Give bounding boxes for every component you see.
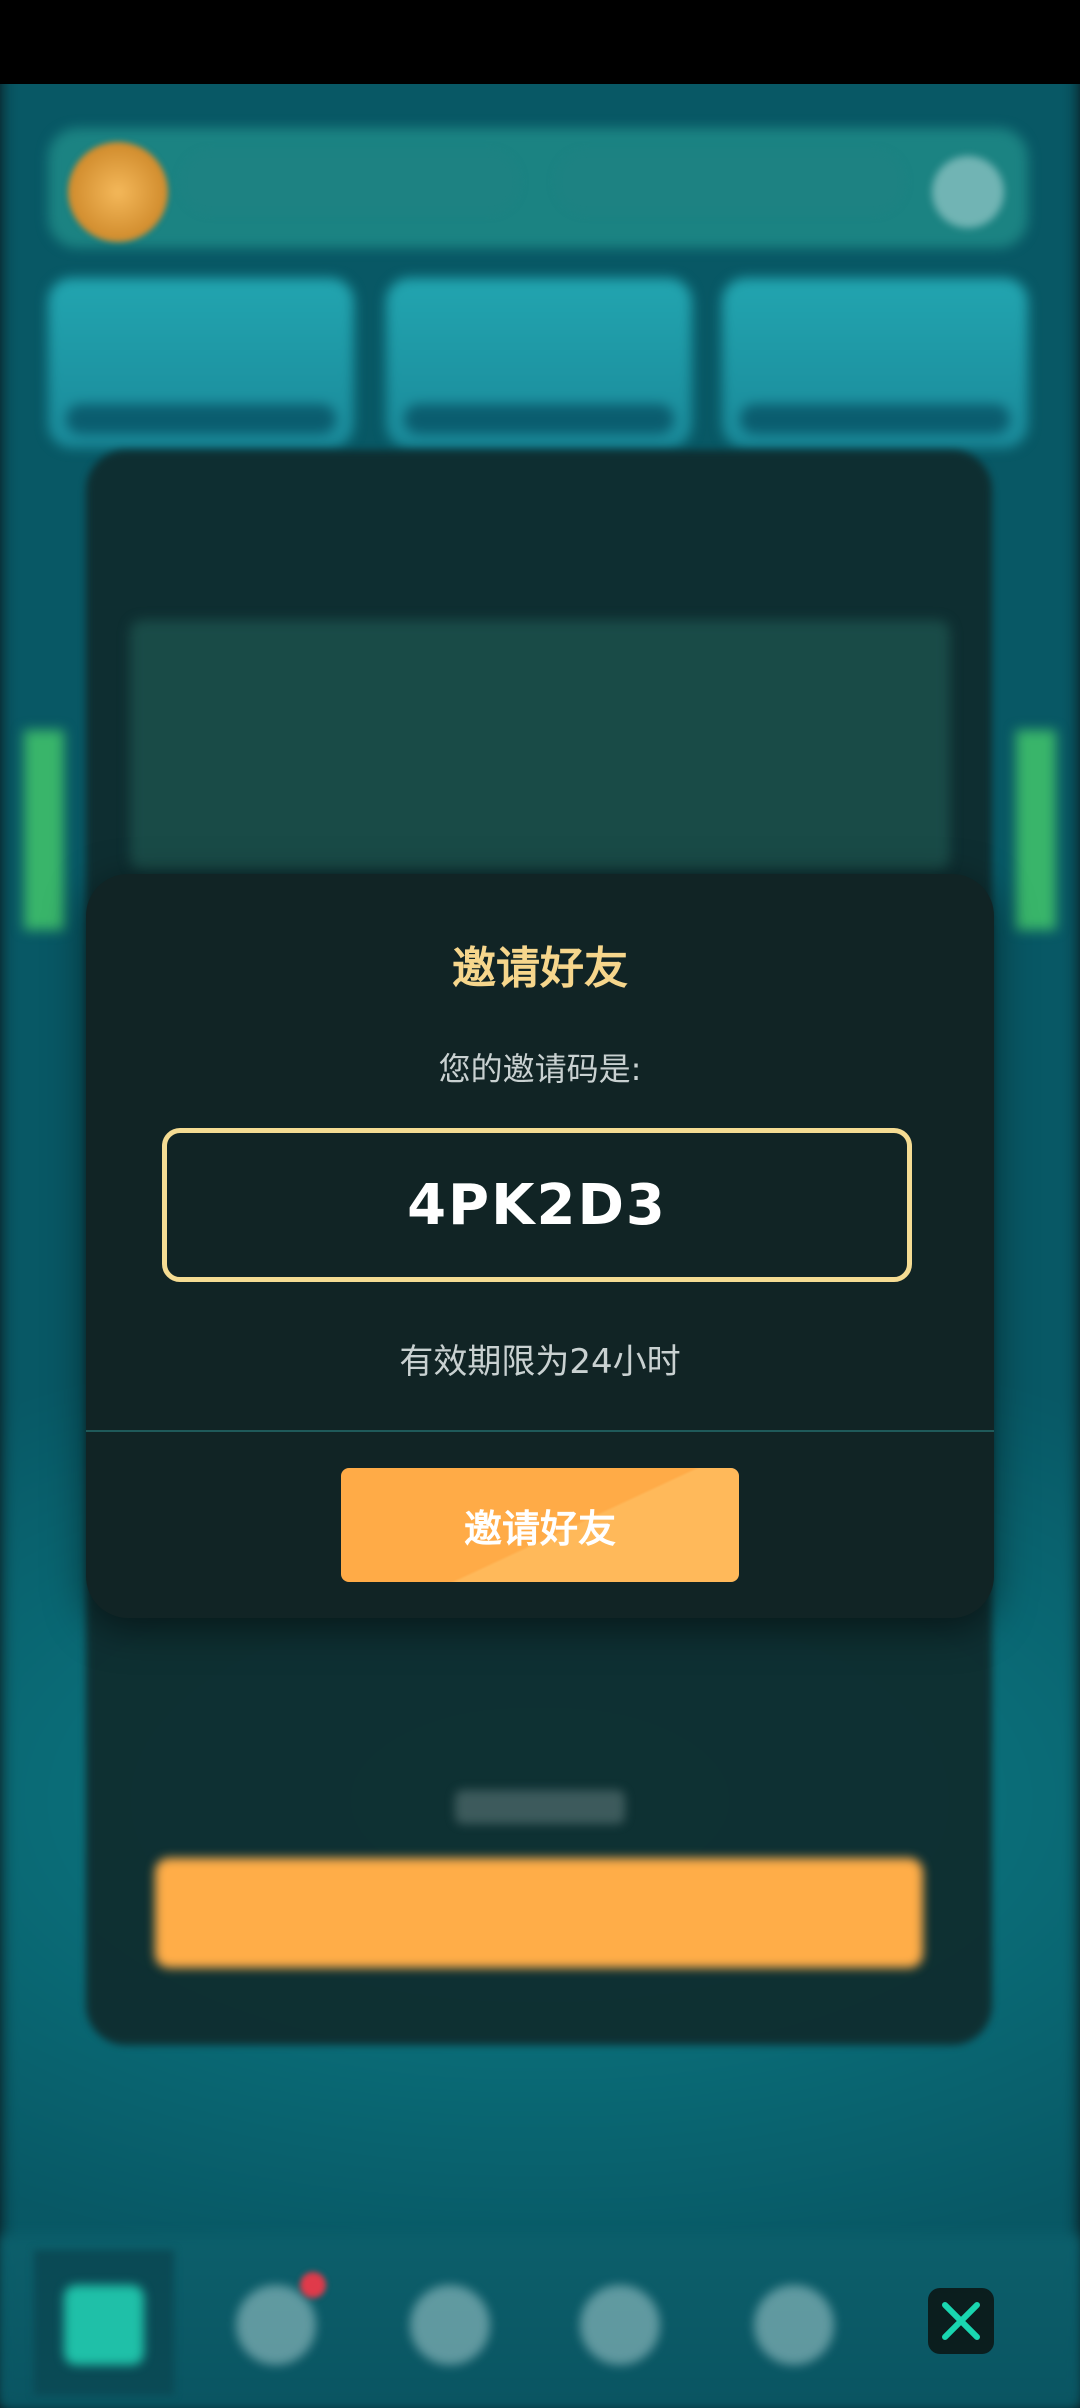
background-orange-button [155,1858,923,1968]
invite-friends-button[interactable]: 邀请好友 [341,1468,739,1582]
background-counter-text [455,1790,625,1824]
quest-card-1 [48,278,354,448]
invite-code-box[interactable]: 4PK2D3 [162,1128,912,1282]
side-panel-right [1016,730,1056,930]
bag-icon [236,2285,316,2365]
gem-icon [580,2285,660,2365]
validity-text: 有效期限为24小时 [399,1342,681,1382]
gear-icon [932,156,1004,228]
invite-modal: 邀请好友 您的邀请码是: 4PK2D3 有效期限为24小时 邀请好友 [86,874,994,1618]
modal-title: 邀请好友 [452,943,628,994]
invite-code-label: 您的邀请码是: [438,1050,642,1088]
modal-divider [86,1430,994,1432]
quest-card-2 [386,278,692,448]
notification-badge [300,2272,326,2298]
background-dialog-text [130,620,950,870]
status-bar [0,0,1080,84]
resource-pill-water [180,150,520,214]
close-x-icon[interactable] [928,2288,994,2354]
heart-icon [754,2285,834,2365]
quest-card-3 [722,278,1028,448]
circle-icon [410,2285,490,2365]
resource-pill-gem [555,150,905,214]
home-triangle-icon [64,2285,144,2365]
player-avatar [68,142,168,242]
side-panel-left [24,730,64,930]
close-icon [942,2302,980,2340]
invite-code: 4PK2D3 [407,1172,667,1238]
